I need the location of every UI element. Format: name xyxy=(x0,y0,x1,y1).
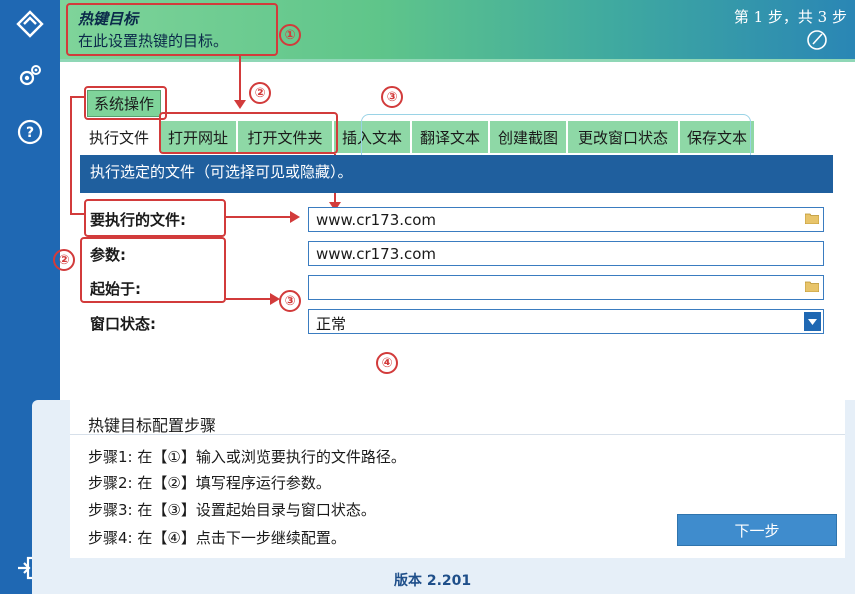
progress-icon xyxy=(807,30,827,50)
params-input[interactable]: www.cr173.com xyxy=(308,241,824,266)
annotation-line xyxy=(70,96,72,214)
file-path-input[interactable]: www.cr173.com xyxy=(308,207,824,232)
gear-icon[interactable] xyxy=(12,58,48,94)
guide-step: 步骤4: 在【④】点击下一步继续配置。 xyxy=(88,529,346,547)
action-description: 执行选定的文件（可选择可见或隐藏）。 xyxy=(80,155,833,193)
annotation-line xyxy=(70,96,86,98)
guide-title: 热键目标配置步骤 xyxy=(88,416,217,435)
arrow-head-icon xyxy=(234,100,246,109)
annotation-marker-1: ① xyxy=(279,24,301,46)
next-button[interactable]: 下一步 xyxy=(677,514,837,546)
step-indicator: 第 1 步，共 3 步 xyxy=(733,8,847,26)
guide-step: 步骤2: 在【②】填写程序运行参数。 xyxy=(88,474,331,492)
window-state-select[interactable]: 正常 xyxy=(308,309,824,334)
chevron-down-icon[interactable] xyxy=(804,312,821,331)
browse-folder-icon[interactable] xyxy=(805,213,819,224)
guide-step: 步骤1: 在【①】输入或浏览要执行的文件路径。 xyxy=(88,448,406,466)
annotation-marker-3b: ③ xyxy=(279,290,301,312)
divider xyxy=(70,434,845,435)
annotation-marker-4: ④ xyxy=(376,352,398,374)
tab-execute-file[interactable]: 执行文件 xyxy=(80,121,160,153)
version-label: 版本 2.201 xyxy=(394,573,472,589)
annotation-line xyxy=(239,56,241,102)
annotation-line xyxy=(226,298,272,300)
annotation-box-sysop xyxy=(84,86,167,120)
annotation-marker-2: ② xyxy=(249,82,271,104)
annotation-box-params xyxy=(80,237,226,303)
annotation-box-tabs xyxy=(159,112,338,154)
header-stripe xyxy=(60,59,855,62)
guide-step: 步骤3: 在【③】设置起始目录与窗口状态。 xyxy=(88,501,376,519)
help-icon[interactable]: ? xyxy=(12,114,48,150)
file-path-value: www.cr173.com xyxy=(316,211,437,229)
annotation-box-1 xyxy=(66,3,278,56)
annotation-marker-2b: ② xyxy=(53,249,75,271)
browse-folder-icon[interactable] xyxy=(805,281,819,292)
annotation-marker-3: ③ xyxy=(381,86,403,108)
window-state-label: 窗口状态: xyxy=(90,315,156,333)
annotation-line xyxy=(226,216,292,218)
svg-text:?: ? xyxy=(26,125,34,141)
arrow-head-icon xyxy=(290,211,300,223)
layers-icon[interactable] xyxy=(12,6,48,42)
params-value: www.cr173.com xyxy=(316,245,437,263)
start-in-input[interactable] xyxy=(308,275,824,300)
window-state-value: 正常 xyxy=(316,315,347,333)
annotation-box-file xyxy=(84,199,226,237)
